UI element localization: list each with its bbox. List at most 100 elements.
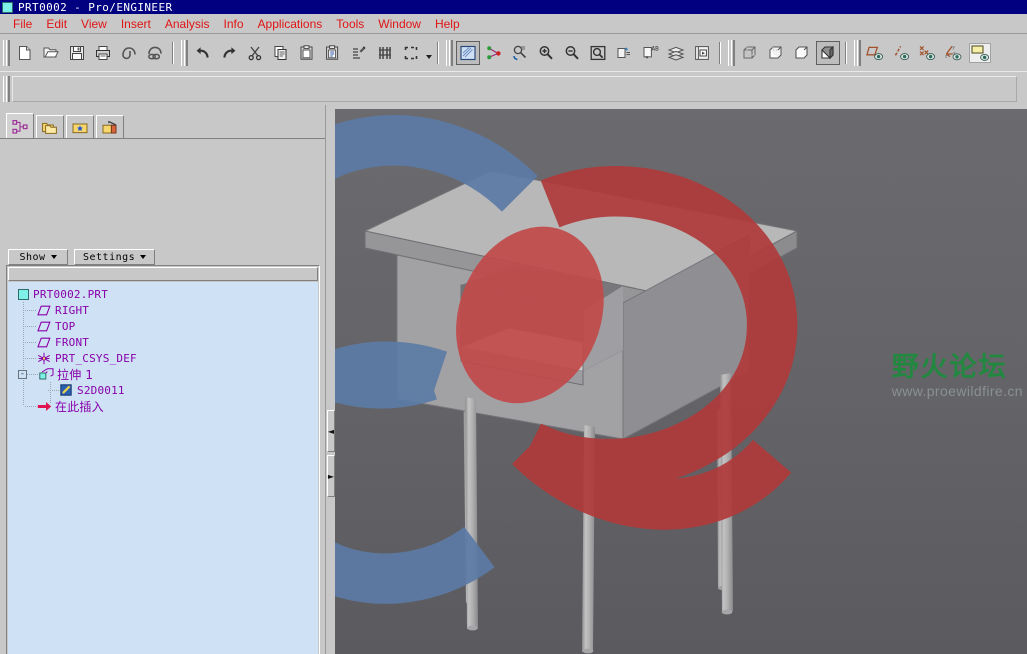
redo-button[interactable]	[217, 41, 241, 65]
file-toolbar-grip[interactable]	[3, 40, 10, 66]
tree-expander-extrude[interactable]: -	[18, 369, 27, 379]
tree-node-sketch[interactable]: S2D0011	[8, 382, 318, 398]
datum-axis-toggle[interactable]	[890, 41, 914, 65]
view-toolbar-grip[interactable]	[446, 40, 453, 66]
navigator-splitter[interactable]: ◄ ►	[325, 105, 335, 654]
shading-button[interactable]	[816, 41, 840, 65]
butterfly-logo-icon	[335, 115, 798, 604]
new-button[interactable]	[13, 41, 37, 65]
tree-node-insert-here[interactable]: 在此插入	[8, 398, 318, 414]
main-toolbar: AB y z	[0, 35, 1027, 71]
part-icon	[18, 288, 29, 300]
settings-button[interactable]: Settings	[74, 249, 156, 265]
save-button[interactable]	[65, 41, 89, 65]
zoom-out-button[interactable]	[560, 41, 584, 65]
tree-connector	[25, 318, 37, 334]
paste-button[interactable]	[295, 41, 319, 65]
tree-node-front-plane[interactable]: FRONT	[8, 334, 318, 350]
send-mail-button[interactable]	[117, 41, 141, 65]
annotation-button[interactable]: AB	[638, 41, 662, 65]
zoom-in-button[interactable]	[534, 41, 558, 65]
refit-button[interactable]	[586, 41, 610, 65]
menu-edit[interactable]: Edit	[39, 16, 74, 32]
cut-button[interactable]	[243, 41, 267, 65]
chevron-down-icon	[140, 255, 147, 259]
menu-view[interactable]: View	[74, 16, 114, 32]
layers-icon	[667, 46, 685, 61]
folder-browser-icon	[42, 122, 57, 134]
tab-folder-browser[interactable]	[36, 115, 64, 139]
splitter-collapse-handle[interactable]: ◄	[327, 410, 335, 452]
datum-plane-icon	[37, 337, 51, 348]
reorient-button[interactable]	[508, 41, 532, 65]
no-hidden-button[interactable]	[790, 41, 814, 65]
menu-insert[interactable]: Insert	[114, 16, 158, 32]
tree-node-top-plane[interactable]: TOP	[8, 318, 318, 334]
menu-info[interactable]: Info	[217, 16, 251, 32]
model-player-button[interactable]	[690, 41, 714, 65]
show-button-label: Show	[19, 251, 46, 263]
tree-node-part[interactable]: PRT0002.PRT	[8, 286, 318, 302]
datum-csys-toggle[interactable]: y z x	[942, 41, 966, 65]
menu-applications[interactable]: Applications	[251, 16, 330, 32]
mail-attach-icon	[122, 47, 136, 60]
sketch-icon	[60, 384, 73, 396]
model-tree[interactable]: PRT0002.PRT RIGHT TOP FRONT PRT_CSYS_DEF…	[8, 282, 318, 654]
wireframe-button[interactable]	[738, 41, 762, 65]
toolbar-separator-4	[845, 42, 847, 64]
tab-favorites[interactable]	[66, 115, 94, 139]
print-button[interactable]	[91, 41, 115, 65]
extrude-feature-icon	[39, 368, 54, 380]
connections-icon	[102, 120, 117, 133]
send-link-button[interactable]	[143, 41, 167, 65]
toolbar-separator-2	[437, 42, 439, 64]
show-button[interactable]: Show	[8, 249, 68, 265]
menu-tools[interactable]: Tools	[329, 16, 371, 32]
secondary-toolbar-inner	[12, 76, 1017, 102]
edit-toolbar-grip[interactable]	[181, 40, 188, 66]
annotation-visibility-icon	[969, 43, 991, 63]
undo-arrow-icon	[196, 47, 209, 58]
regenerate-button[interactable]	[347, 41, 371, 65]
navigator-tabs	[6, 113, 126, 139]
graphics-window[interactable]: 野火论坛 www.proewildfire.cn	[335, 109, 1027, 654]
model-tree-column-header[interactable]	[8, 267, 318, 281]
menu-file[interactable]: File	[6, 16, 39, 32]
secondary-toolbar-grip[interactable]	[3, 75, 10, 102]
menu-analysis[interactable]: Analysis	[158, 16, 217, 32]
paste-special-button[interactable]	[321, 41, 345, 65]
select-items-dropdown[interactable]	[424, 41, 433, 65]
tree-node-extrude[interactable]: - 拉伸 1	[8, 366, 318, 382]
new-document-icon	[19, 46, 31, 60]
select-box-icon	[404, 46, 418, 60]
layers-button[interactable]	[664, 41, 688, 65]
find-button[interactable]	[373, 41, 397, 65]
hidden-line-button[interactable]	[764, 41, 788, 65]
select-items-button[interactable]	[399, 41, 423, 65]
favorites-icon	[72, 123, 88, 133]
tab-connections[interactable]	[96, 115, 124, 139]
tree-node-csys[interactable]: PRT_CSYS_DEF	[8, 350, 318, 366]
datum-point-toggle[interactable]	[916, 41, 940, 65]
saved-views-button[interactable]	[612, 41, 636, 65]
open-button[interactable]	[39, 41, 63, 65]
open-folder-icon	[43, 47, 59, 58]
tab-model-tree[interactable]	[6, 113, 34, 139]
redo-arrow-icon	[223, 47, 236, 58]
tree-connector	[25, 302, 37, 318]
model-player-icon	[695, 46, 709, 60]
menu-help[interactable]: Help	[428, 16, 467, 32]
repaint-button[interactable]	[456, 41, 480, 65]
display-toolbar-grip[interactable]	[728, 40, 735, 66]
tree-connector	[25, 350, 37, 366]
undo-button[interactable]	[191, 41, 215, 65]
annotation-toggle[interactable]	[968, 41, 992, 65]
copy-button[interactable]	[269, 41, 293, 65]
tree-node-label: 在此插入	[55, 399, 104, 414]
spin-center-button[interactable]	[482, 41, 506, 65]
splitter-expand-handle[interactable]: ►	[327, 455, 335, 497]
tree-node-right-plane[interactable]: RIGHT	[8, 302, 318, 318]
menu-window[interactable]: Window	[371, 16, 428, 32]
datum-toolbar-grip[interactable]	[854, 40, 861, 66]
datum-plane-toggle[interactable]	[864, 41, 888, 65]
